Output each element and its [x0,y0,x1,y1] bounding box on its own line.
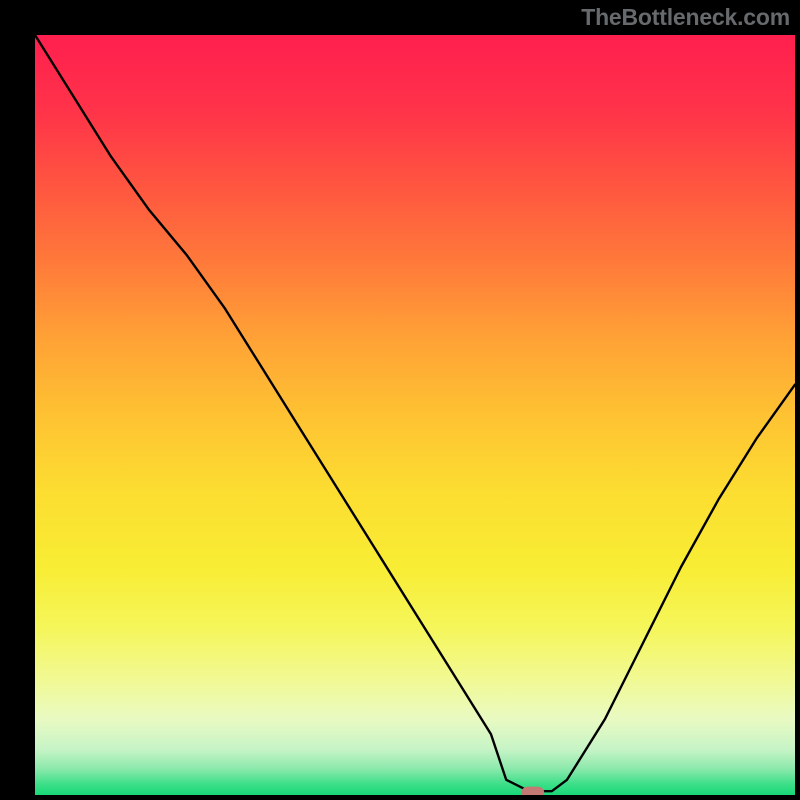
bottleneck-chart [35,35,795,795]
plot-area [35,35,795,795]
gradient-background [35,35,795,795]
watermark-text: TheBottleneck.com [581,4,790,31]
optimal-marker [521,787,544,795]
chart-frame: TheBottleneck.com [0,0,800,800]
